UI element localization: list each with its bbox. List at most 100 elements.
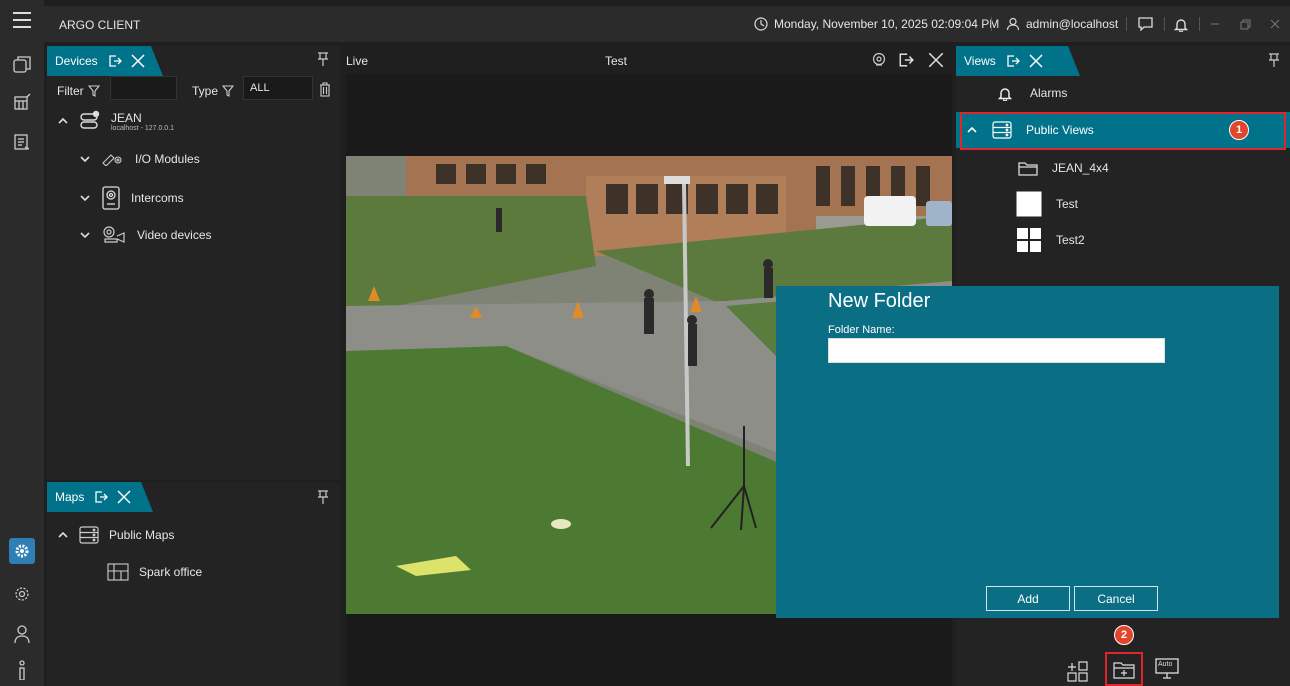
close-window-icon[interactable] (1270, 6, 1280, 42)
server-address: localhost - 127.0.0.1 (111, 124, 175, 132)
bell-icon (998, 86, 1012, 101)
bell-icon[interactable] (1174, 6, 1188, 42)
filter-icon (222, 85, 235, 97)
info-icon[interactable] (8, 656, 36, 684)
trash-icon[interactable] (319, 82, 331, 97)
pin-icon[interactable] (317, 52, 331, 66)
close-icon[interactable] (116, 489, 132, 505)
chevron-down-icon[interactable] (79, 192, 91, 204)
type-select[interactable]: ALL (243, 76, 313, 100)
tab-devices[interactable]: Devices (47, 46, 163, 76)
undock-icon[interactable] (94, 490, 108, 504)
undock-icon[interactable] (108, 54, 122, 68)
intercom-icon (101, 186, 121, 210)
tree-server[interactable]: JEAN localhost - 127.0.0.1 (57, 110, 174, 132)
clock-icon (754, 17, 768, 31)
add-folder-button[interactable] (1113, 660, 1135, 680)
group-label: I/O Modules (135, 152, 200, 166)
undock-icon[interactable] (1006, 54, 1020, 68)
devices-panel: Devices Filter Type ALL JEAN localhost -… (47, 46, 340, 480)
close-icon[interactable] (1028, 53, 1044, 69)
tree-label: Spark office (139, 565, 203, 579)
server-name: JEAN (111, 110, 142, 125)
close-icon[interactable] (130, 53, 146, 69)
title-bar: ARGO CLIENT Monday, November 10, 2025 02… (44, 6, 1290, 42)
view-label: Test (1056, 197, 1079, 211)
view-item[interactable]: Test (956, 186, 1290, 222)
view-folder-item[interactable]: JEAN_4x4 (956, 150, 1290, 186)
group-label: Intercoms (131, 191, 184, 205)
user-icon[interactable] (8, 620, 36, 648)
layout-icon[interactable] (8, 88, 36, 116)
tree-group-io[interactable]: I/O Modules (79, 152, 200, 166)
group-label: Video devices (137, 228, 212, 242)
alarms-item[interactable]: Alarms (956, 75, 1290, 111)
tree-group-video[interactable]: Video devices (79, 226, 212, 244)
chat-icon[interactable] (1138, 6, 1153, 42)
view-item[interactable]: Test2 (956, 222, 1290, 258)
report-icon[interactable] (8, 128, 36, 156)
filter-label: Filter (57, 84, 84, 98)
auto-button[interactable]: Auto (1155, 658, 1179, 680)
single-view-icon (1016, 191, 1042, 217)
live-header: Live Test (343, 46, 953, 74)
user-icon (1006, 17, 1020, 31)
live-label: Live (346, 54, 369, 68)
tab-views-label: Views (964, 54, 996, 68)
configuration-icon[interactable] (8, 580, 36, 608)
tree-map-item[interactable]: Spark office (107, 563, 202, 581)
maps-panel: Maps Public Maps Spark office (47, 482, 340, 686)
folder-name-label: Folder Name: (828, 324, 895, 336)
tab-views[interactable]: Views (956, 46, 1080, 76)
restore-icon[interactable] (1240, 6, 1251, 42)
add-button[interactable]: Add (986, 586, 1070, 611)
dialog-title: New Folder (828, 290, 931, 312)
view-label: JEAN_4x4 (1052, 161, 1109, 175)
add-folder-icon (1113, 660, 1135, 680)
undock-icon[interactable] (898, 52, 914, 68)
step-badge-1: 1 (1229, 120, 1249, 140)
type-value: ALL (250, 82, 270, 94)
left-rail (0, 0, 44, 686)
settings-icon[interactable] (9, 538, 35, 564)
alarms-label: Alarms (1030, 86, 1068, 100)
tab-maps[interactable]: Maps (47, 482, 153, 512)
tree-public-maps[interactable]: Public Maps (57, 526, 174, 544)
filter-icon (87, 85, 100, 97)
tree-group-intercoms[interactable]: Intercoms (79, 186, 184, 210)
step-badge-2: 2 (1114, 625, 1134, 645)
app-title: ARGO CLIENT (59, 18, 141, 32)
tab-devices-label: Devices (55, 54, 98, 68)
chevron-down-icon[interactable] (79, 153, 91, 165)
minimize-icon[interactable] (1210, 6, 1220, 42)
cancel-button[interactable]: Cancel (1074, 586, 1158, 611)
pin-icon[interactable] (317, 490, 331, 504)
add-view-icon[interactable] (1066, 660, 1090, 684)
clock: Monday, November 10, 2025 02:09:04 PM (754, 6, 999, 42)
io-module-icon (101, 152, 125, 166)
view-name: Test (605, 54, 628, 68)
server-icon (79, 110, 101, 132)
user-menu[interactable]: admin@localhost (1006, 6, 1118, 42)
windows-icon[interactable] (8, 50, 36, 78)
view-label: Test2 (1056, 233, 1085, 247)
chevron-up-icon[interactable] (57, 529, 69, 541)
folder-name-input[interactable] (828, 338, 1165, 363)
new-folder-dialog: New Folder Folder Name: Add Cancel (776, 286, 1279, 618)
filter-input[interactable] (110, 76, 177, 100)
map-icon (107, 563, 129, 581)
video-device-icon (101, 226, 127, 244)
ptz-icon[interactable] (871, 52, 887, 68)
server-rack-icon (79, 526, 99, 544)
menu-icon[interactable] (8, 6, 36, 34)
close-icon[interactable] (927, 51, 945, 69)
auto-label: Auto (1158, 661, 1173, 668)
filter-group: Filter (57, 84, 100, 98)
chevron-down-icon[interactable] (79, 229, 91, 241)
folder-icon (1018, 160, 1038, 176)
pin-icon[interactable] (1268, 53, 1282, 67)
datetime-text: Monday, November 10, 2025 02:09:04 PM (774, 17, 1000, 31)
user-name: admin@localhost (1026, 17, 1119, 31)
chevron-up-icon[interactable] (57, 115, 69, 127)
grid-view-icon (1016, 227, 1042, 253)
